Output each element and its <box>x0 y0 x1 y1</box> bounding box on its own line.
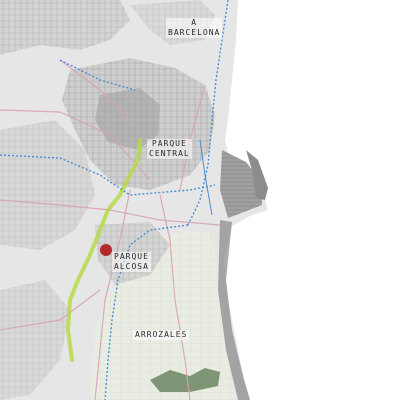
label-arrozales-text: ARROZALES <box>135 330 188 339</box>
label-barcelona-line2: BARCELONA <box>168 28 221 37</box>
map-canvas <box>0 0 400 400</box>
label-parque-alcosa-line1: PARQUE <box>114 252 149 261</box>
label-parque-alcosa-line2: ALCOSA <box>114 262 149 271</box>
label-parque-central: PARQUE CENTRAL <box>147 139 192 159</box>
label-barcelona-line1: A <box>191 18 198 27</box>
label-parque-central-line2: CENTRAL <box>149 149 190 158</box>
map[interactable]: A BARCELONA PARQUE CENTRAL PARQUE ALCOSA… <box>0 0 400 400</box>
label-barcelona: A BARCELONA <box>166 18 223 38</box>
parque-alcosa-marker[interactable] <box>100 244 112 256</box>
label-parque-alcosa: PARQUE ALCOSA <box>112 252 151 272</box>
label-parque-central-line1: PARQUE <box>151 139 187 148</box>
label-arrozales: ARROZALES <box>133 330 190 340</box>
